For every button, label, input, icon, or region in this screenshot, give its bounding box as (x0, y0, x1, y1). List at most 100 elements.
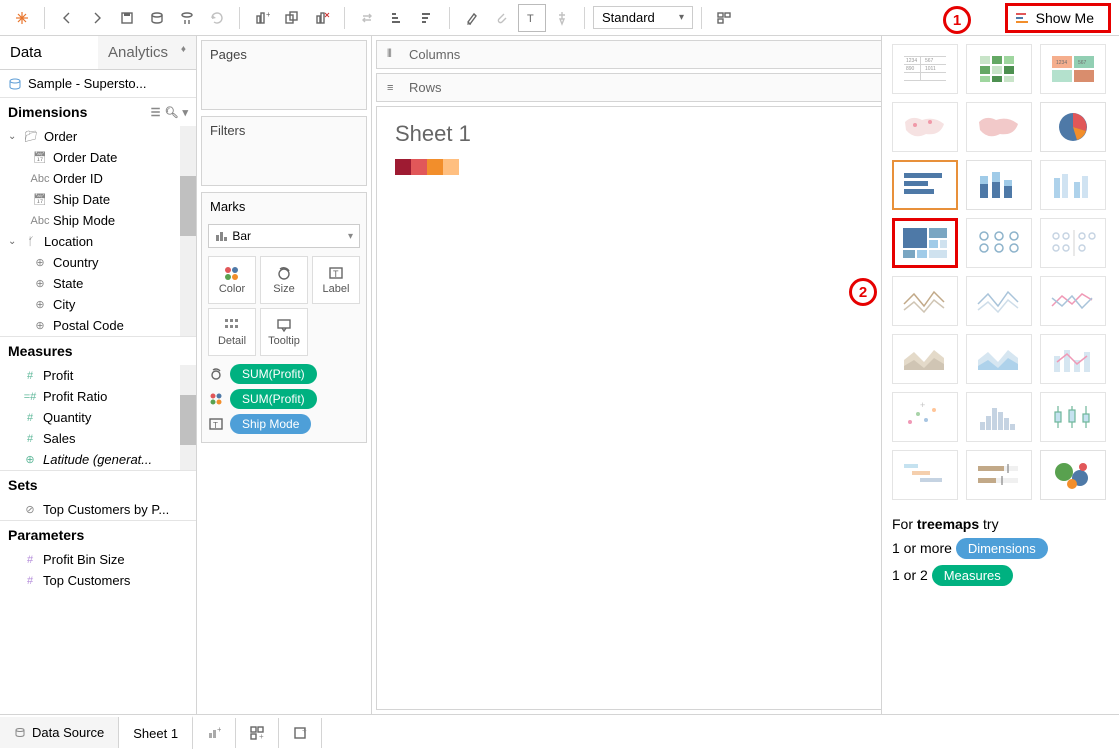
data-source-item[interactable]: Sample - Supersto... (0, 70, 196, 97)
sm-packed-bubble[interactable] (1040, 450, 1106, 500)
sm-pie[interactable] (1040, 102, 1106, 152)
show-me-button[interactable]: Show Me (1005, 3, 1111, 33)
dim-postal[interactable]: ⊕Postal Code (0, 315, 180, 336)
dim-order-date[interactable]: 📅︎Order Date (0, 147, 180, 168)
mark-label[interactable]: TLabel (312, 256, 360, 304)
new-story-tab[interactable]: + (279, 718, 322, 748)
sm-area-disc[interactable] (966, 334, 1032, 384)
sm-side-bar[interactable] (1040, 160, 1106, 210)
filters-shelf[interactable]: Filters (201, 116, 367, 186)
sm-stacked-bar[interactable] (966, 160, 1032, 210)
pill-color-profit[interactable]: SUM(Profit) (208, 389, 360, 409)
sm-heatmap[interactable] (966, 44, 1032, 94)
sm-scatter[interactable]: + (892, 392, 958, 442)
sm-treemap[interactable] (892, 218, 958, 268)
sm-side-circle[interactable] (1040, 218, 1106, 268)
param-profit-bin[interactable]: #Profit Bin Size (0, 549, 196, 570)
measures-scrollbar[interactable] (180, 365, 196, 470)
new-datasource-button[interactable] (143, 4, 171, 32)
dimensions-header: Dimensions ☰ 🔍︎ ▾ (0, 97, 196, 126)
refresh-button[interactable] (203, 4, 231, 32)
tab-sheet1[interactable]: Sheet 1 (119, 716, 193, 749)
sm-highlight-table[interactable]: 1234567 (1040, 44, 1106, 94)
mark-tooltip[interactable]: Tooltip (260, 308, 308, 356)
duplicate-sheet-button[interactable] (278, 4, 306, 32)
sort-asc-button[interactable] (383, 4, 411, 32)
fit-mode-select[interactable]: Standard ▾ (593, 6, 693, 29)
tab-data[interactable]: Data (0, 36, 98, 69)
svg-text:890: 890 (906, 66, 915, 72)
swap-button[interactable] (353, 4, 381, 32)
pin-button[interactable] (548, 4, 576, 32)
new-dashboard-tab[interactable]: + (236, 718, 279, 748)
size-icon (208, 366, 224, 382)
svg-text:T: T (527, 13, 534, 25)
clear-sheet-button[interactable] (308, 4, 336, 32)
show-labels-button[interactable]: T (518, 4, 546, 32)
sm-gantt[interactable] (892, 450, 958, 500)
marks-card: Marks Bar▾ Color Size TLabel Detail Tool… (201, 192, 367, 443)
annotation-1: 1 (943, 6, 971, 34)
dim-city[interactable]: ⊕City (0, 294, 180, 315)
save-button[interactable] (113, 4, 141, 32)
dimensions-scrollbar[interactable] (180, 126, 196, 336)
sm-dual-combo[interactable] (1040, 334, 1106, 384)
dim-ship-mode[interactable]: AbcShip Mode (0, 210, 180, 231)
pill-size-profit[interactable]: SUM(Profit) (208, 364, 360, 384)
sm-bullet[interactable] (966, 450, 1032, 500)
svg-text:+: + (259, 732, 264, 740)
sm-line-cont[interactable] (892, 276, 958, 326)
sm-area-cont[interactable] (892, 334, 958, 384)
dim-folder-location[interactable]: ⌄ᚶLocation (0, 231, 180, 252)
sm-filled-map[interactable] (966, 102, 1032, 152)
sm-symbol-map[interactable] (892, 102, 958, 152)
svg-text:+: + (302, 726, 307, 735)
mark-type-select[interactable]: Bar▾ (208, 224, 360, 248)
mark-size[interactable]: Size (260, 256, 308, 304)
set-top-customers[interactable]: ⊘Top Customers by P... (0, 499, 196, 520)
forward-button[interactable] (83, 4, 111, 32)
sm-dual-line[interactable] (1040, 276, 1106, 326)
meas-sales[interactable]: #Sales (0, 428, 180, 449)
show-cards-button[interactable] (710, 4, 738, 32)
back-button[interactable] (53, 4, 81, 32)
dim-order-id[interactable]: AbcOrder ID (0, 168, 180, 189)
highlight-button[interactable] (458, 4, 486, 32)
number-icon: # (22, 369, 38, 383)
meas-profit-ratio[interactable]: =#Profit Ratio (0, 386, 180, 407)
mark-color[interactable]: Color (208, 256, 256, 304)
color-icon (208, 391, 224, 407)
meas-profit[interactable]: #Profit (0, 365, 180, 386)
svg-text:+: + (920, 400, 925, 410)
menu-icon[interactable]: ▾ (182, 106, 188, 119)
columns-icon: ⦀ (387, 48, 401, 61)
new-worksheet-button[interactable]: + (248, 4, 276, 32)
text-icon: Abc (32, 172, 48, 186)
pages-shelf[interactable]: Pages (201, 40, 367, 110)
new-worksheet-tab[interactable]: + (193, 718, 236, 748)
dim-ship-date[interactable]: 📅︎Ship Date (0, 189, 180, 210)
dim-country[interactable]: ⊕Country (0, 252, 180, 273)
param-top-customers[interactable]: #Top Customers (0, 570, 196, 591)
dim-state[interactable]: ⊕State (0, 273, 180, 294)
sort-desc-button[interactable] (413, 4, 441, 32)
sm-boxplot[interactable] (1040, 392, 1106, 442)
view-list-icon[interactable]: ☰ (151, 106, 161, 119)
search-icon[interactable]: 🔍︎ (165, 106, 179, 119)
dim-folder-order[interactable]: ⌄📁︎Order (0, 126, 180, 147)
mark-detail[interactable]: Detail (208, 308, 256, 356)
meas-quantity[interactable]: #Quantity (0, 407, 180, 428)
meas-latitude[interactable]: ⊕Latitude (generat... (0, 449, 180, 470)
sm-circle-views[interactable] (966, 218, 1032, 268)
tab-data-source[interactable]: Data Source (0, 717, 119, 748)
sm-histogram[interactable] (966, 392, 1032, 442)
pill-label-shipmode[interactable]: TShip Mode (208, 414, 360, 434)
sm-text-table[interactable]: 12345678901011 (892, 44, 958, 94)
attach-button[interactable] (488, 4, 516, 32)
sm-line-disc[interactable] (966, 276, 1032, 326)
chevron-down-icon: ▾ (679, 12, 684, 23)
sm-hbar[interactable] (892, 160, 958, 210)
pause-auto-updates-button[interactable] (173, 4, 201, 32)
svg-text:T: T (333, 269, 339, 279)
tab-analytics[interactable]: Analytics♦ (98, 36, 196, 69)
